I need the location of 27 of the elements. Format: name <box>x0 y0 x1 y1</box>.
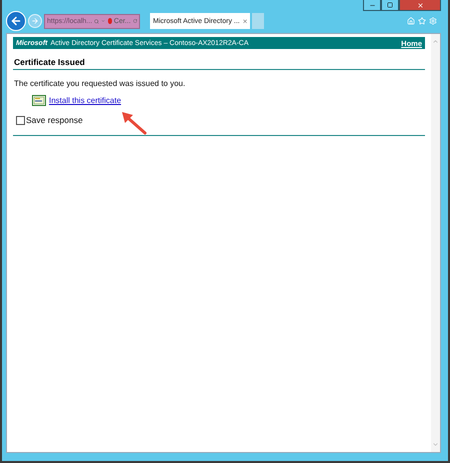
maximize-button[interactable] <box>381 0 399 11</box>
new-tab-button[interactable] <box>252 13 264 29</box>
arrow-annotation <box>121 111 147 135</box>
dropdown-icon[interactable] <box>101 18 106 24</box>
back-button[interactable] <box>6 11 26 31</box>
settings-icon[interactable] <box>429 17 437 25</box>
page-heading: Certificate Issued <box>13 57 425 70</box>
forward-arrow-icon <box>31 17 39 25</box>
back-arrow-icon <box>10 15 22 27</box>
save-response-checkbox[interactable]: Save response <box>16 115 425 125</box>
checkbox[interactable] <box>16 116 25 124</box>
certificate-icon <box>32 95 46 106</box>
refresh-icon[interactable] <box>132 18 137 24</box>
close-tab-button[interactable]: × <box>242 16 248 26</box>
forward-button[interactable] <box>28 14 42 28</box>
scroll-up-icon[interactable] <box>432 38 439 45</box>
close-icon <box>416 2 424 8</box>
install-certificate-link[interactable]: Install this certificate <box>49 96 122 105</box>
message-text: The certificate you requested was issued to you. <box>13 79 186 88</box>
scroll-down-icon[interactable] <box>432 441 439 448</box>
favorites-icon[interactable] <box>418 17 426 25</box>
checkbox-label: Save response <box>26 115 83 125</box>
search-icon[interactable] <box>94 18 100 24</box>
home-icon[interactable] <box>407 17 415 25</box>
maximize-icon <box>387 2 393 8</box>
minimize-button[interactable] <box>363 0 381 11</box>
shield-icon <box>108 18 112 24</box>
